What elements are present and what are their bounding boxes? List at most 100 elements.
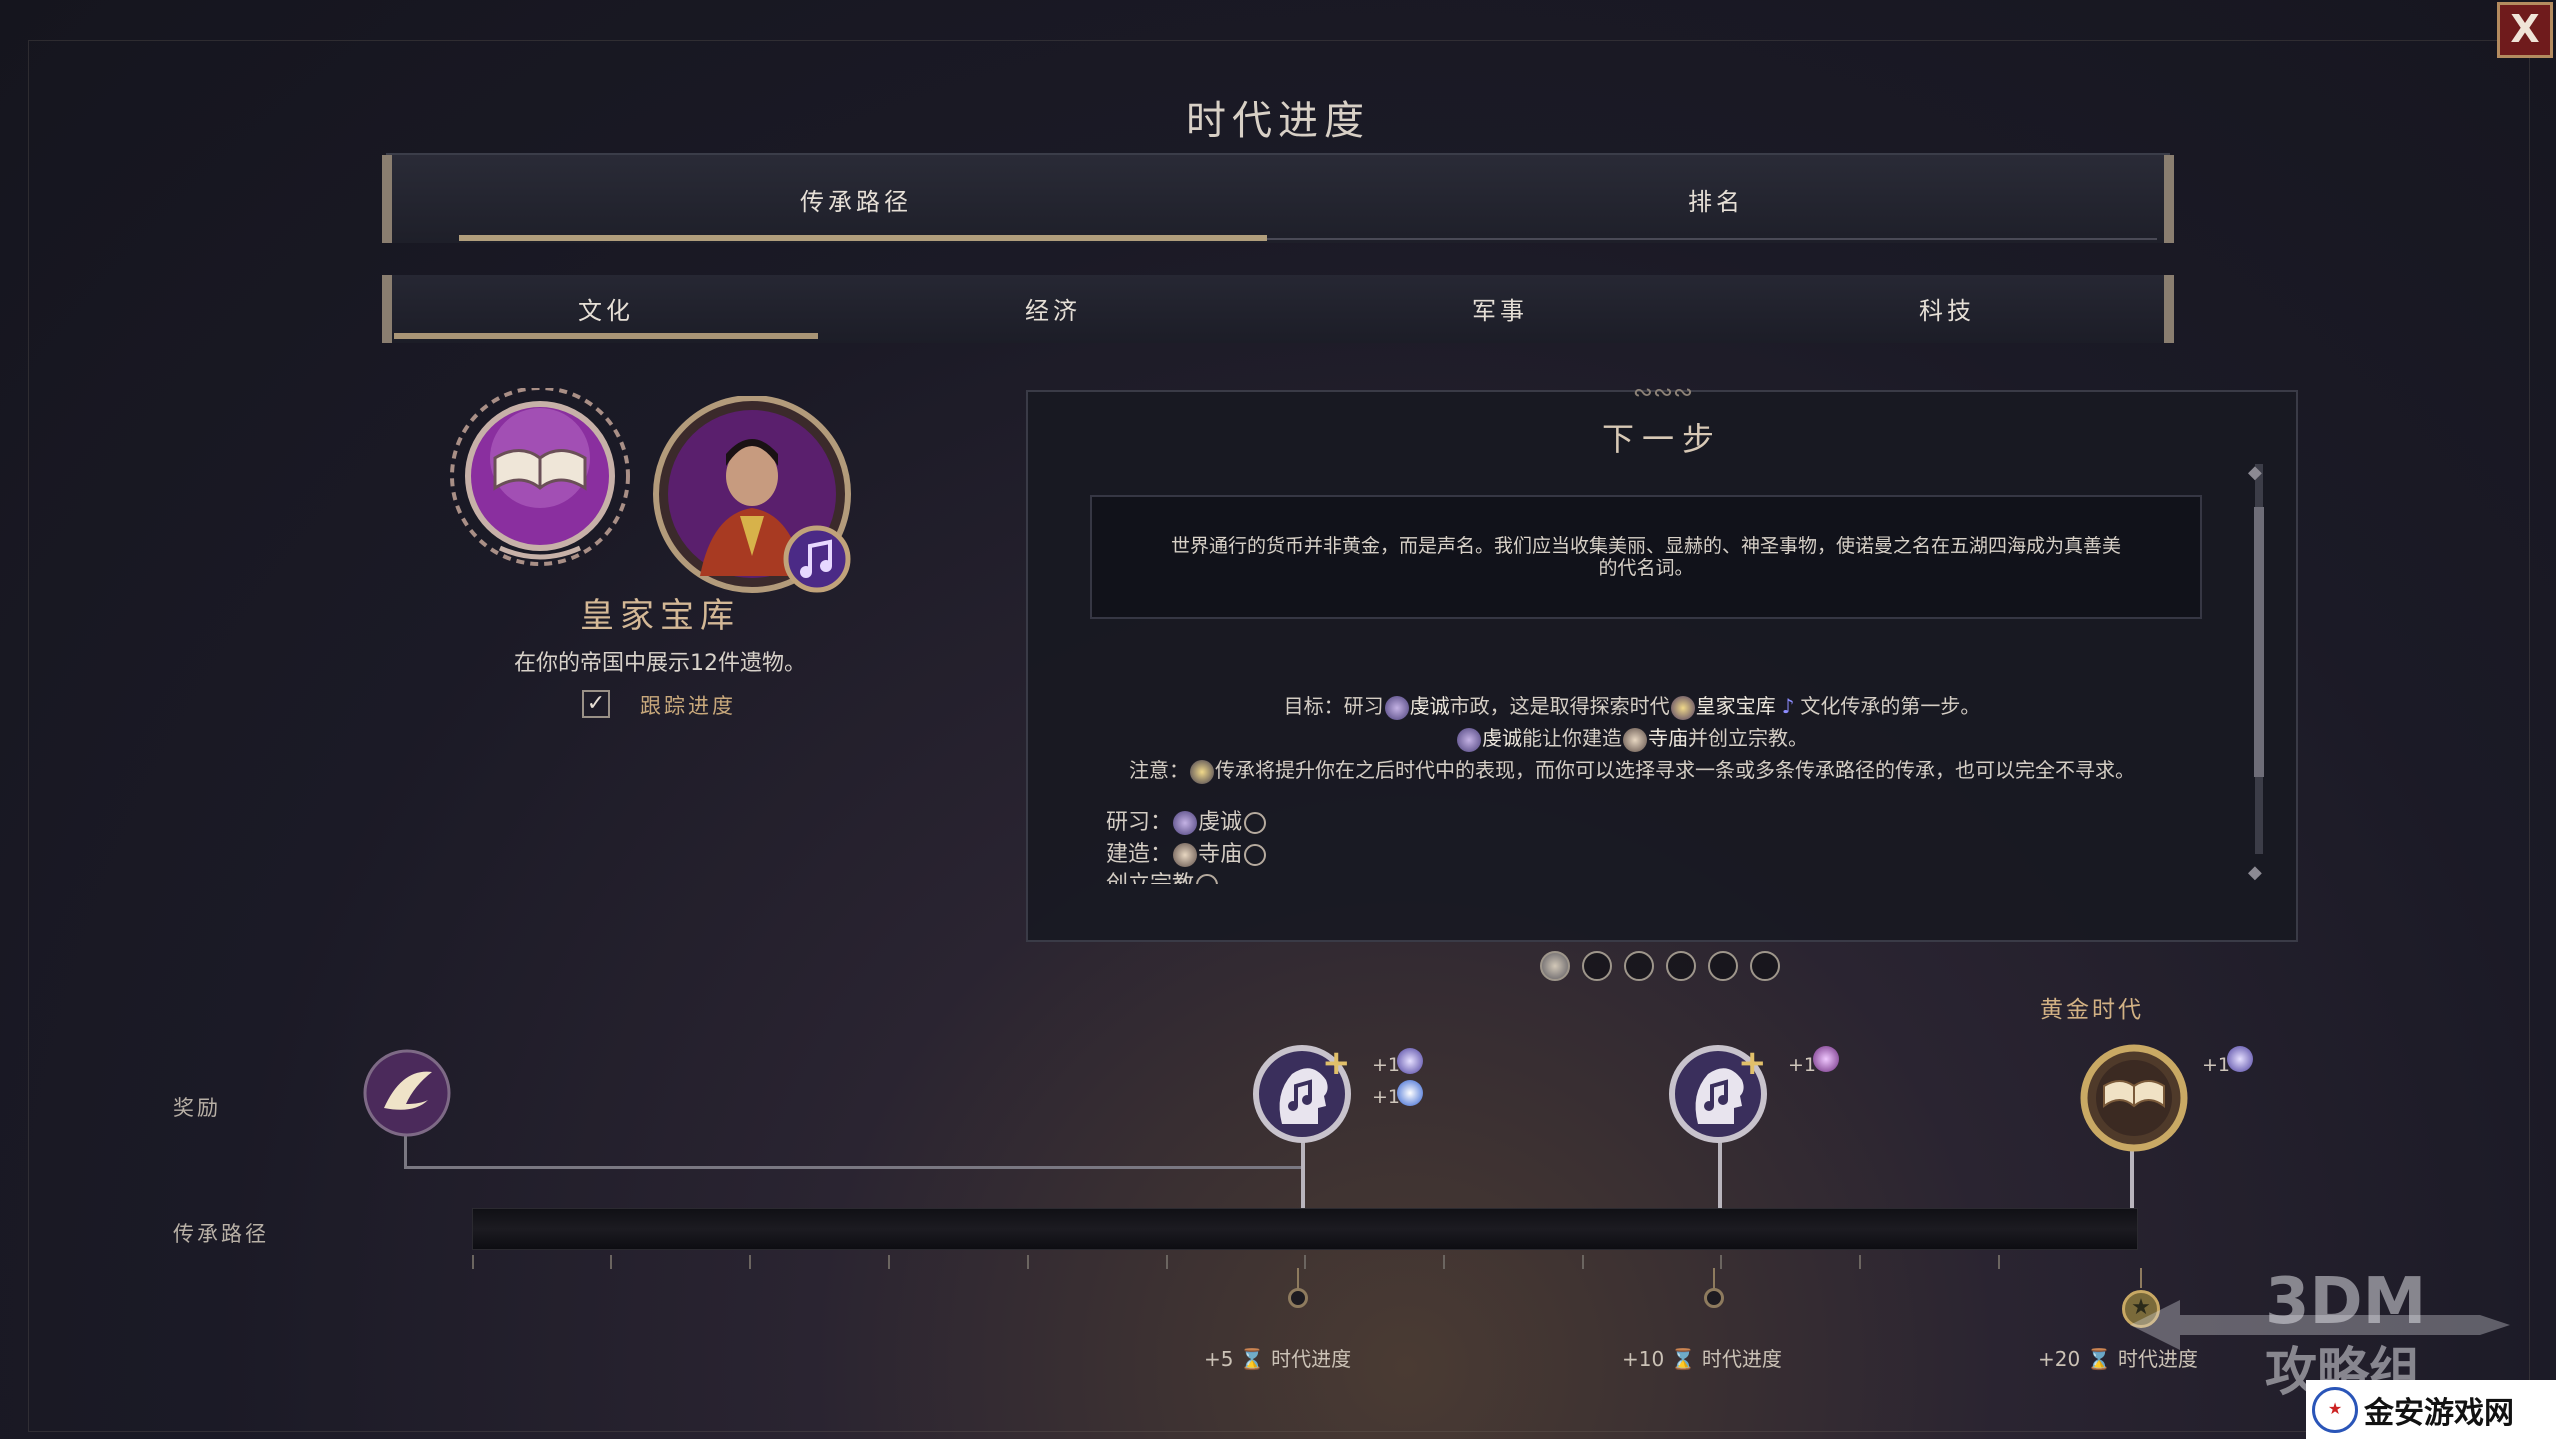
hourglass-icon: ⌛ xyxy=(2086,1347,2112,1371)
reward-plus-text: +1 xyxy=(2202,1054,2231,1076)
goal-prefix: 目标：研习 xyxy=(1283,694,1384,718)
progress-tick xyxy=(1859,1255,1861,1269)
category-tab-bar: 文化 经济 军事 科技 xyxy=(382,275,2174,343)
scroll-down-arrow[interactable]: ◆ xyxy=(2248,862,2262,883)
requirement-research: 研习： 虔诚 xyxy=(1106,804,1267,836)
flavor-quote: 世界通行的货币并非黄金，而是声名。我们应当收集美丽、显赫的、神圣事物，使诺曼之名… xyxy=(1090,495,2202,619)
culture-icon xyxy=(2227,1046,2253,1072)
goal-line-1: 目标：研习 虔诚市政，这是取得探索时代 皇家宝库 ♪ 文化传承的第一步。 xyxy=(1028,690,2236,720)
ornament-icon: ∾∾∾ xyxy=(1632,378,1694,406)
scrollbar-thumb[interactable] xyxy=(2254,507,2264,777)
page-dot-4[interactable] xyxy=(1666,951,1696,981)
reward-feather-icon[interactable] xyxy=(362,1048,452,1138)
subtab-bracket-left xyxy=(382,275,392,343)
reward-plus-text: +1 xyxy=(1372,1054,1401,1076)
scroll-up-arrow[interactable]: ◆ xyxy=(2248,462,2262,483)
reward-book-icon[interactable] xyxy=(2080,1044,2188,1152)
legacy-book-icon xyxy=(445,386,635,578)
req-label: 建造： xyxy=(1106,842,1173,867)
req-label: 创立宗教 xyxy=(1106,872,1194,884)
tab-culture[interactable]: 文化 xyxy=(394,275,818,341)
milestone-label: +5 ⌛ 时代进度 xyxy=(1204,1343,1351,1372)
goal-legacy[interactable]: 皇家宝库 xyxy=(1696,694,1776,718)
next-step-panel: ∾∾∾ 下一步 世界通行的货币并非黄金，而是声名。我们应当收集美丽、显赫的、神圣… xyxy=(1026,378,2298,942)
hourglass-icon: ⌛ xyxy=(1670,1347,1696,1371)
svg-text:+: + xyxy=(1322,1044,1351,1083)
track-progress-checkbox[interactable]: ✓ xyxy=(582,690,610,718)
watermark-brand: 3DM xyxy=(2265,1265,2427,1339)
progress-tick xyxy=(472,1255,474,1269)
goal2-civic[interactable]: 虔诚 xyxy=(1482,726,1522,750)
page-dot-6[interactable] xyxy=(1750,951,1780,981)
goal-mid: 市政，这是取得探索时代 xyxy=(1449,694,1670,718)
site-logo-icon: ★ xyxy=(2312,1386,2358,1433)
piety-icon xyxy=(1173,811,1198,835)
milestone-label: +10 ⌛ 时代进度 xyxy=(1622,1343,1782,1372)
reward-music-head-icon[interactable]: + xyxy=(1252,1043,1352,1144)
page-dot-3[interactable] xyxy=(1624,951,1654,981)
milestone-stem xyxy=(1297,1268,1299,1290)
quote-line-2: 的代名词。 xyxy=(1598,557,1694,579)
progress-tick xyxy=(1720,1255,1722,1269)
page-dot-1[interactable] xyxy=(1540,951,1570,981)
progress-tick xyxy=(1998,1255,2000,1269)
milestone-points: +10 xyxy=(1622,1347,1665,1371)
note-line: 注意： 传承将提升你在之后时代中的表现，而你可以选择寻求一条或多条传承路径的传承，… xyxy=(1028,754,2236,784)
req-label: 研习： xyxy=(1106,810,1173,835)
culture-note-icon: ♪ xyxy=(1781,694,1795,718)
goal2-suffix: 并创立宗教。 xyxy=(1688,726,1808,750)
site-name: 金安游戏网 xyxy=(2364,1395,2514,1431)
milestone-text: 时代进度 xyxy=(1701,1347,1782,1371)
svg-text:+: + xyxy=(1738,1044,1767,1083)
note-label: 注意： xyxy=(1129,758,1189,782)
quote-line-1: 世界通行的货币并非黄金，而是声名。我们应当收集美丽、显赫的、神圣事物，使诺曼之名… xyxy=(1170,535,2121,557)
goal-suffix: 文化传承的第一步。 xyxy=(1800,694,1981,718)
req-status-ring xyxy=(1196,874,1219,884)
next-step-title: 下一步 xyxy=(1601,420,1722,458)
progress-tick xyxy=(1027,1255,1029,1269)
req-status-ring xyxy=(1244,844,1267,866)
site-badge: ★ 金安游戏网 xyxy=(2306,1380,2556,1439)
requirement-build: 建造： 寺庙 xyxy=(1106,836,1267,868)
progress-tick xyxy=(1443,1255,1445,1269)
close-button[interactable]: X xyxy=(2497,2,2553,58)
track-progress-label[interactable]: 跟踪进度 xyxy=(640,690,736,720)
legacy-progress-bar xyxy=(472,1208,2138,1250)
reward-plus-text: +1 xyxy=(1788,1054,1817,1076)
legacy-small-icon xyxy=(1670,695,1695,720)
reward-connector xyxy=(404,1136,407,1168)
tab-bracket-right xyxy=(2164,155,2174,243)
culture-icon xyxy=(1397,1048,1423,1074)
legacy-path-label: 传承路径 xyxy=(173,1222,269,1246)
legacy-title: 皇家宝库 xyxy=(580,596,740,636)
tab-selected-indicator xyxy=(459,235,1267,241)
tab-ranking[interactable]: 排名 xyxy=(1286,155,2146,243)
progress-tick xyxy=(610,1255,612,1269)
milestone-marker xyxy=(1704,1288,1724,1308)
reward-music-head-icon[interactable]: + xyxy=(1668,1043,1768,1144)
tab-bracket-left xyxy=(382,155,392,243)
milestone-stem xyxy=(2140,1268,2142,1288)
page-dot-2[interactable] xyxy=(1582,951,1612,981)
legacy-small-icon xyxy=(1190,759,1214,784)
temple-icon xyxy=(1623,727,1647,752)
req-item: 虔诚 xyxy=(1198,810,1243,835)
tab-legacy-path[interactable]: 传承路径 xyxy=(426,155,1286,243)
piety-icon xyxy=(1457,727,1481,752)
progress-tick xyxy=(888,1255,890,1269)
tab-military[interactable]: 军事 xyxy=(1288,275,1712,341)
milestone-points: +5 xyxy=(1204,1347,1234,1371)
tab-science[interactable]: 科技 xyxy=(1735,275,2159,341)
page-dot-5[interactable] xyxy=(1708,951,1738,981)
tab-economy[interactable]: 经济 xyxy=(841,275,1265,341)
reward-connector xyxy=(404,1166,1304,1169)
note-text: 传承将提升你在之后时代中的表现，而你可以选择寻求一条或多条传承路径的传承，也可以… xyxy=(1215,758,2135,782)
goal2-building[interactable]: 寺庙 xyxy=(1648,726,1688,750)
progress-tick xyxy=(1582,1255,1584,1269)
milestone-marker xyxy=(1288,1288,1308,1308)
happiness-icon xyxy=(1397,1080,1423,1106)
milestone-text: 时代进度 xyxy=(1271,1347,1352,1371)
hourglass-icon: ⌛ xyxy=(1239,1347,1265,1371)
goal-civic[interactable]: 虔诚 xyxy=(1410,694,1450,718)
req-item: 寺庙 xyxy=(1198,842,1243,867)
